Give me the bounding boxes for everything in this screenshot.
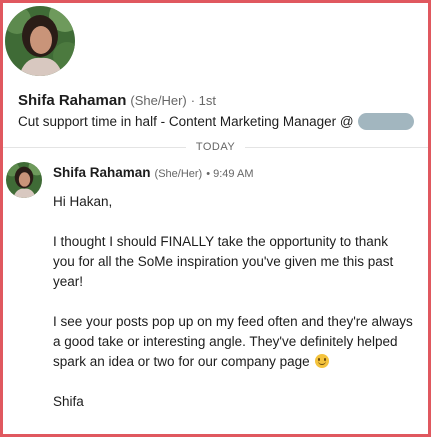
redacted-company-name [357,113,414,130]
profile-pronouns: (She/Her) [130,93,187,108]
divider-line [3,146,186,148]
profile-name-row: Shifa Rahaman (She/Her) · 1st [18,92,216,109]
message-sender-pronouns: (She/Her) [154,168,203,180]
message-paragraph: Hi Hakan, [53,194,113,209]
message-timestamp: • 9:49 AM [206,168,254,180]
profile-avatar[interactable] [5,6,75,76]
profile-name[interactable]: Shifa Rahaman [18,92,126,109]
smiling-face-icon [315,354,330,368]
message-sender-avatar[interactable] [6,162,42,198]
date-divider: TODAY [3,140,429,154]
message-sender-name[interactable]: Shifa Rahaman [53,165,151,180]
message-signature: Shifa [53,394,84,409]
divider-line [245,146,429,148]
message-paragraph-text: I see your posts pop up on my feed often… [53,314,413,369]
connection-degree: · 1st [190,93,217,108]
profile-headline-text: Cut support time in half - Content Marke… [18,114,354,129]
date-divider-label: TODAY [195,141,236,153]
message-paragraph: I see your posts pop up on my feed often… [53,312,413,372]
message-body: Hi Hakan, I thought I should FINALLY tak… [53,192,413,412]
message-header: Shifa Rahaman (She/Her) • 9:49 AM [53,165,253,180]
message-paragraph: I thought I should FINALLY take the oppo… [53,234,394,289]
profile-headline: Cut support time in half - Content Marke… [18,113,414,130]
